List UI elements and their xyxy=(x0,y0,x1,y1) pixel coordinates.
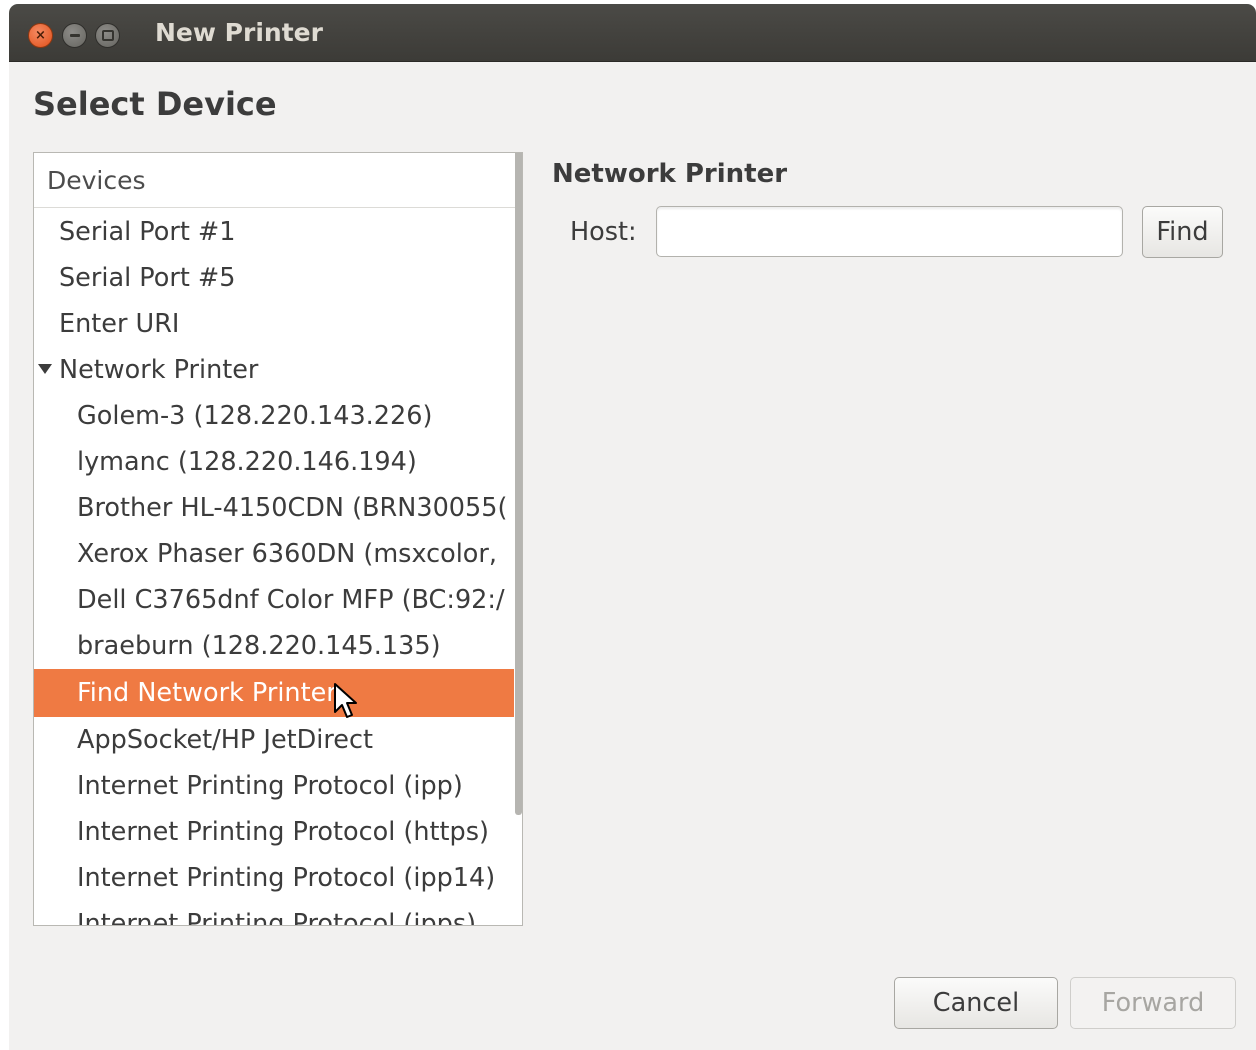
find-button[interactable]: Find xyxy=(1142,206,1223,258)
device-item-lymanc[interactable]: lymanc (128.220.146.194) xyxy=(34,439,514,485)
new-printer-dialog: × New Printer Select Device Devices Seri… xyxy=(9,4,1256,1050)
minimize-window-button[interactable] xyxy=(62,23,87,48)
device-item-serial-port-1[interactable]: Serial Port #1 xyxy=(34,209,514,255)
forward-button[interactable]: Forward xyxy=(1070,977,1236,1029)
device-item-https[interactable]: Internet Printing Protocol (https) xyxy=(34,809,514,855)
close-window-button[interactable]: × xyxy=(28,23,53,48)
network-printer-title: Network Printer xyxy=(552,159,788,189)
device-item-appsocket-hp-jetdirect[interactable]: AppSocket/HP JetDirect xyxy=(34,717,514,763)
device-item-ipps[interactable]: Internet Printing Protocol (ipps) xyxy=(34,901,514,925)
devices-rows: Serial Port #1 Serial Port #5 Enter URI … xyxy=(34,209,514,925)
device-item-find-network-printer[interactable]: Find Network Printer xyxy=(34,669,514,717)
cancel-button[interactable]: Cancel xyxy=(894,977,1058,1029)
close-icon: × xyxy=(35,28,46,43)
title-bar: × New Printer xyxy=(9,4,1256,62)
device-item-golem-3[interactable]: Golem-3 (128.220.143.226) xyxy=(34,393,514,439)
device-item-serial-port-5[interactable]: Serial Port #5 xyxy=(34,255,514,301)
host-input[interactable] xyxy=(656,206,1123,257)
device-item-label: Network Printer xyxy=(59,355,259,385)
mouse-pointer-icon xyxy=(334,683,357,718)
maximize-window-button[interactable] xyxy=(95,23,120,48)
device-item-enter-uri[interactable]: Enter URI xyxy=(34,301,514,347)
device-item-dell-c3765dnf[interactable]: Dell C3765dnf Color MFP (BC:92:/ xyxy=(34,577,514,623)
page-title: Select Device xyxy=(33,85,277,123)
expander-down-icon[interactable] xyxy=(38,364,52,374)
device-item-braeburn[interactable]: braeburn (128.220.145.135) xyxy=(34,623,514,669)
device-item-xerox-phaser-6360dn[interactable]: Xerox Phaser 6360DN (msxcolor, xyxy=(34,531,514,577)
host-label: Host: xyxy=(570,217,637,247)
device-item-ipp[interactable]: Internet Printing Protocol (ipp) xyxy=(34,763,514,809)
devices-list[interactable]: Devices Serial Port #1 Serial Port #5 En… xyxy=(33,152,523,926)
devices-column-header[interactable]: Devices xyxy=(34,153,522,208)
device-item-brother-hl-4150cdn[interactable]: Brother HL-4150CDN (BRN30055( xyxy=(34,485,514,531)
device-item-ipp14[interactable]: Internet Printing Protocol (ipp14) xyxy=(34,855,514,901)
devices-scrollbar[interactable] xyxy=(515,153,522,815)
window-title: New Printer xyxy=(155,18,323,47)
minimize-icon xyxy=(69,34,80,37)
maximize-icon xyxy=(101,30,114,41)
device-item-network-printer[interactable]: Network Printer xyxy=(34,347,514,393)
